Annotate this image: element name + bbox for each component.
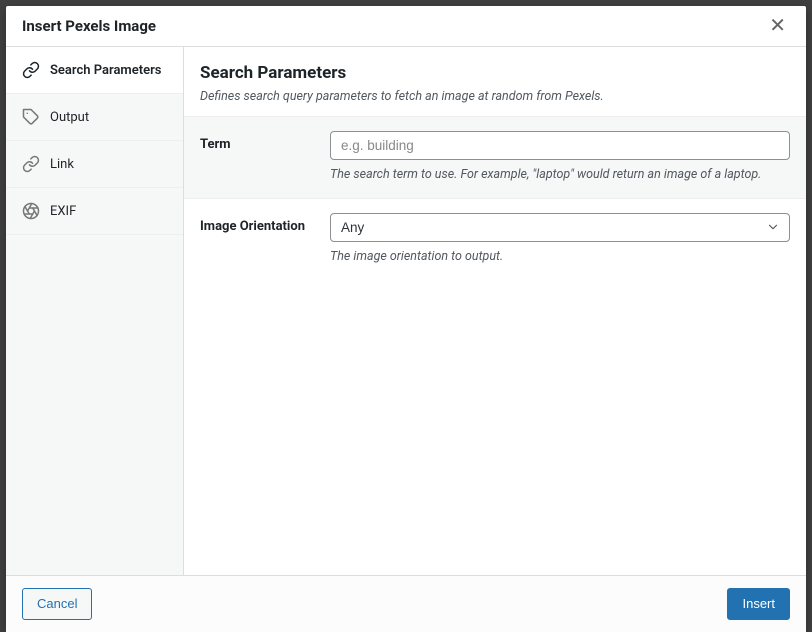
sidebar-item-search-parameters[interactable]: Search Parameters	[6, 47, 183, 94]
close-button[interactable]: ✕	[765, 16, 790, 36]
sidebar: Search Parameters Output Link	[6, 47, 184, 575]
panel-title: Search Parameters	[200, 63, 790, 83]
link-icon	[22, 61, 40, 79]
field-label-term: Term	[200, 131, 330, 184]
aperture-icon	[22, 202, 40, 220]
field-body-orientation: Any The image orientation to output.	[330, 213, 790, 266]
modal-body: Search Parameters Output Link	[6, 47, 806, 575]
sidebar-item-label: Output	[50, 110, 89, 125]
sidebar-item-label: Link	[50, 157, 74, 172]
field-body-term: The search term to use. For example, "la…	[330, 131, 790, 184]
term-input[interactable]	[330, 131, 790, 160]
modal: Insert Pexels Image ✕ Search Parameters	[6, 6, 806, 632]
modal-backdrop: Insert Pexels Image ✕ Search Parameters	[0, 0, 812, 632]
insert-button[interactable]: Insert	[727, 588, 790, 620]
field-label-orientation: Image Orientation	[200, 213, 330, 266]
field-help-term: The search term to use. For example, "la…	[330, 166, 790, 184]
close-icon: ✕	[769, 15, 786, 37]
modal-title: Insert Pexels Image	[22, 17, 156, 35]
panel: Search Parameters Defines search query p…	[184, 47, 806, 575]
field-row-term: Term The search term to use. For example…	[184, 116, 806, 198]
sidebar-item-label: Search Parameters	[50, 63, 161, 78]
field-row-orientation: Image Orientation Any The image orientat…	[184, 198, 806, 280]
modal-footer: Cancel Insert	[6, 575, 806, 632]
cancel-button[interactable]: Cancel	[22, 588, 92, 620]
sidebar-item-exif[interactable]: EXIF	[6, 188, 183, 235]
tag-icon	[22, 108, 40, 126]
panel-description: Defines search query parameters to fetch…	[200, 89, 790, 104]
modal-header: Insert Pexels Image ✕	[6, 6, 806, 47]
orientation-select[interactable]: Any	[330, 213, 790, 242]
sidebar-item-label: EXIF	[50, 204, 76, 219]
panel-header: Search Parameters Defines search query p…	[184, 47, 806, 116]
field-help-orientation: The image orientation to output.	[330, 248, 790, 266]
orientation-select-wrap: Any	[330, 213, 790, 242]
sidebar-item-output[interactable]: Output	[6, 94, 183, 141]
link-icon	[22, 155, 40, 173]
sidebar-item-link[interactable]: Link	[6, 141, 183, 188]
